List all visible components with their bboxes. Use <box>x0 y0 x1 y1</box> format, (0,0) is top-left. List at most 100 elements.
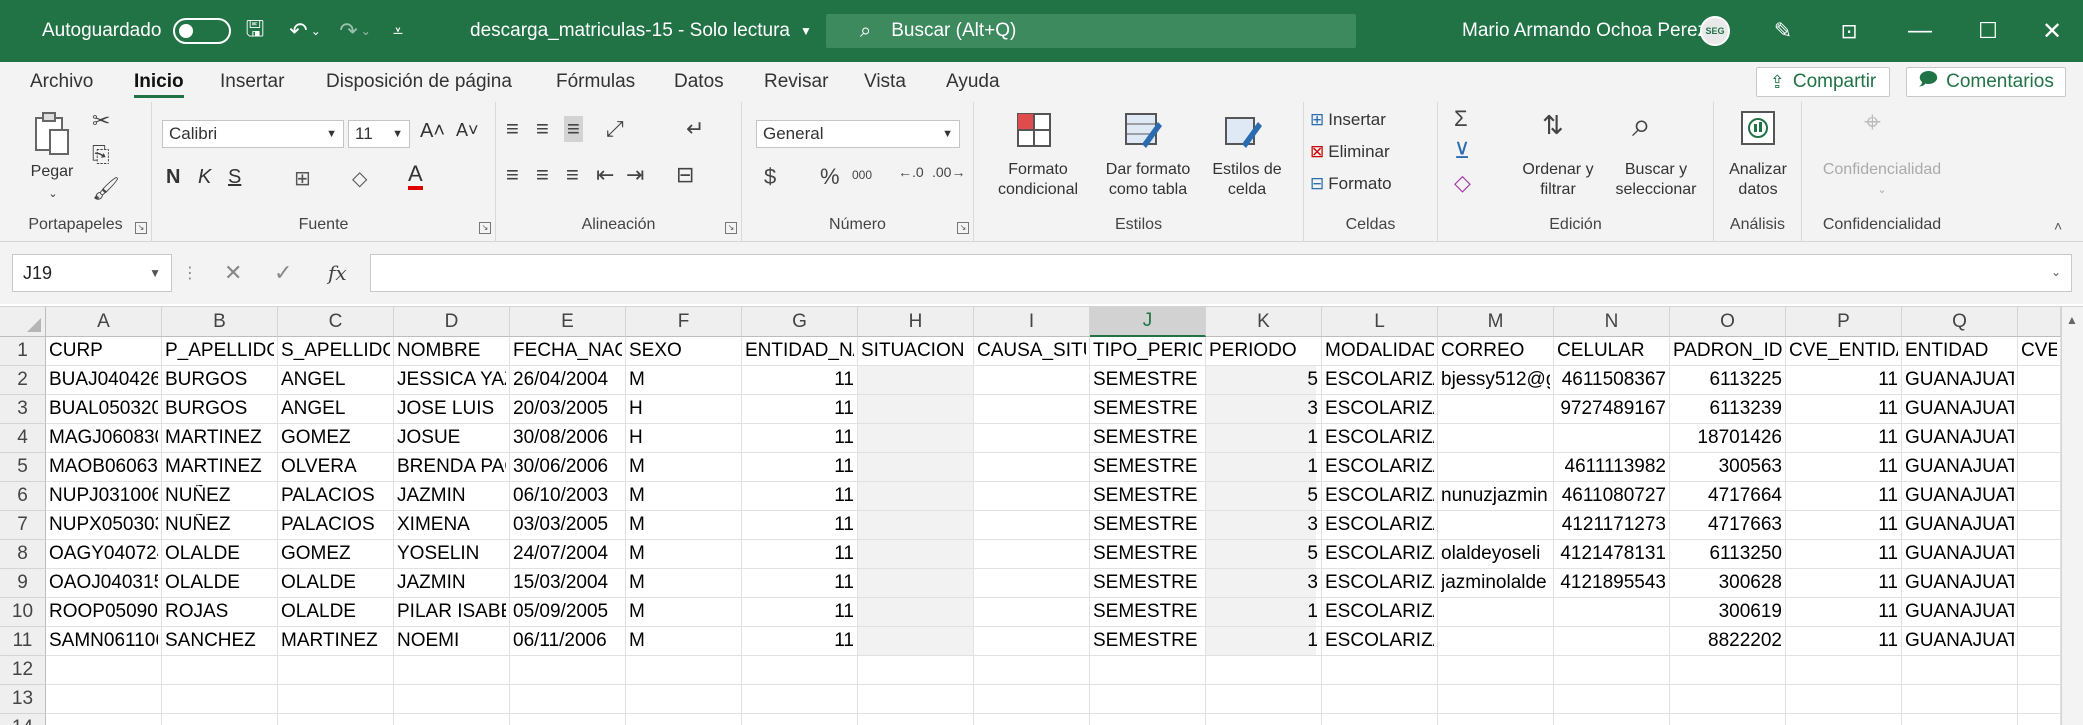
cell[interactable] <box>858 685 974 714</box>
align-top-icon[interactable]: ≡ <box>506 116 519 142</box>
cell[interactable]: 11 <box>1786 482 1902 511</box>
sensitivity-icon[interactable]: ⌖ <box>1864 106 1881 140</box>
menu-inicio[interactable]: Inicio <box>134 62 184 102</box>
cell[interactable]: 9727489167 <box>1554 395 1670 424</box>
cell[interactable]: P_APELLIDO <box>162 337 278 366</box>
cell[interactable] <box>974 424 1090 453</box>
decrease-indent-icon[interactable]: ⇤ <box>596 162 614 188</box>
cell[interactable] <box>858 453 974 482</box>
fill-icon[interactable]: ⊻ <box>1454 138 1470 164</box>
autosum-icon[interactable]: Σ <box>1454 106 1468 132</box>
cell[interactable]: ANGEL <box>278 395 394 424</box>
cell[interactable]: SEMESTRE <box>1090 598 1206 627</box>
cell[interactable]: 05/09/2005 <box>510 598 626 627</box>
sort-filter-icon[interactable]: ⇅ <box>1542 110 1564 141</box>
cell[interactable]: M <box>626 453 742 482</box>
cell[interactable]: 11 <box>1786 395 1902 424</box>
cell[interactable] <box>46 685 162 714</box>
align-right-icon[interactable]: ≡ <box>566 162 579 188</box>
cell[interactable]: SEMESTRE <box>1090 540 1206 569</box>
cell[interactable] <box>278 714 394 725</box>
cell[interactable]: H <box>626 395 742 424</box>
cell[interactable] <box>1670 714 1786 725</box>
cell[interactable]: 6113239 <box>1670 395 1786 424</box>
cell[interactable]: ENTIDAD <box>1902 337 2018 366</box>
cell[interactable]: 6113250 <box>1670 540 1786 569</box>
paste-label[interactable]: Pegar <box>22 162 82 182</box>
cell[interactable]: ROOP050905 <box>46 598 162 627</box>
cell[interactable] <box>974 540 1090 569</box>
merge-center-icon[interactable]: ⊟ <box>676 162 694 188</box>
cell[interactable] <box>46 714 162 725</box>
cell[interactable]: NUPJ031006M <box>46 482 162 511</box>
cell[interactable] <box>974 511 1090 540</box>
cell[interactable]: 11 <box>742 540 858 569</box>
cell[interactable] <box>974 569 1090 598</box>
cell[interactable]: S_APELLIDO <box>278 337 394 366</box>
cell[interactable]: SEMESTRE <box>1090 569 1206 598</box>
scroll-up-icon[interactable]: ▲ <box>2066 313 2078 327</box>
cell[interactable] <box>974 395 1090 424</box>
cell[interactable]: olaldeyoseli <box>1438 540 1554 569</box>
cell[interactable] <box>394 656 510 685</box>
cell[interactable]: 06/11/2006 <box>510 627 626 656</box>
menu-insertar[interactable]: Insertar <box>220 62 284 102</box>
cell[interactable] <box>2018 598 2061 627</box>
launcher-icon[interactable]: ↘ <box>957 222 969 234</box>
launcher-icon[interactable]: ↘ <box>135 222 147 234</box>
cell[interactable] <box>1670 656 1786 685</box>
menu-vista[interactable]: Vista <box>864 62 906 102</box>
cell[interactable] <box>162 714 278 725</box>
cell[interactable]: 11 <box>742 395 858 424</box>
cell[interactable] <box>974 482 1090 511</box>
column-header[interactable]: O <box>1670 307 1786 337</box>
cell[interactable]: JESSICA YAZM <box>394 366 510 395</box>
row-header[interactable]: 5 <box>0 453 46 482</box>
cell[interactable]: XIMENA <box>394 511 510 540</box>
row-header[interactable]: 2 <box>0 366 46 395</box>
cell[interactable]: 24/07/2004 <box>510 540 626 569</box>
cell[interactable] <box>1554 714 1670 725</box>
copy-icon[interactable]: ⎘ <box>92 142 110 168</box>
cell[interactable]: 3 <box>1206 569 1322 598</box>
cell[interactable] <box>1554 424 1670 453</box>
cell[interactable] <box>626 656 742 685</box>
cell[interactable]: OLALDE <box>162 540 278 569</box>
cell[interactable]: 300563 <box>1670 453 1786 482</box>
delete-cells-button[interactable]: ⊠ Eliminar <box>1310 142 1390 162</box>
cell[interactable]: JOSE LUIS <box>394 395 510 424</box>
cell[interactable]: M <box>626 366 742 395</box>
cell[interactable]: SEMESTRE <box>1090 366 1206 395</box>
cell[interactable]: JAZMIN <box>394 482 510 511</box>
find-icon[interactable]: ⌕ <box>1632 106 1651 145</box>
menu-archivo[interactable]: Archivo <box>30 62 93 102</box>
thousands-icon[interactable]: 000 <box>852 168 872 182</box>
row-header[interactable]: 10 <box>0 598 46 627</box>
cell[interactable]: GUANAJUAT <box>1902 511 2018 540</box>
cell[interactable]: MARTINEZ <box>278 627 394 656</box>
cell[interactable]: 03/03/2005 <box>510 511 626 540</box>
cell[interactable]: BUAL050320H <box>46 395 162 424</box>
enter-icon[interactable]: ✓ <box>274 254 292 292</box>
cell[interactable] <box>742 714 858 725</box>
cell[interactable]: GUANAJUAT <box>1902 482 2018 511</box>
font-color-icon[interactable]: A <box>408 162 423 190</box>
find-select-button[interactable]: Buscar y seleccionar <box>1602 160 1710 200</box>
percent-icon[interactable]: % <box>820 164 840 190</box>
cell[interactable]: 5 <box>1206 540 1322 569</box>
cell[interactable]: ESCOLARIZADA <box>1322 598 1438 627</box>
cell[interactable]: SITUACION <box>858 337 974 366</box>
cell[interactable] <box>2018 511 2061 540</box>
save-icon[interactable]: 🖫 <box>240 0 270 62</box>
cell[interactable]: YOSELIN <box>394 540 510 569</box>
cell[interactable]: CURP <box>46 337 162 366</box>
launcher-icon[interactable]: ↘ <box>725 222 737 234</box>
collapse-ribbon-icon[interactable]: ˄ <box>2054 218 2062 234</box>
menu-formulas[interactable]: Fórmulas <box>556 62 635 102</box>
cell[interactable]: CORREO <box>1438 337 1554 366</box>
currency-icon[interactable]: $ <box>764 164 776 190</box>
cell[interactable]: 1 <box>1206 453 1322 482</box>
cell[interactable] <box>2018 714 2061 725</box>
cell[interactable] <box>974 685 1090 714</box>
cell[interactable] <box>1902 656 2018 685</box>
